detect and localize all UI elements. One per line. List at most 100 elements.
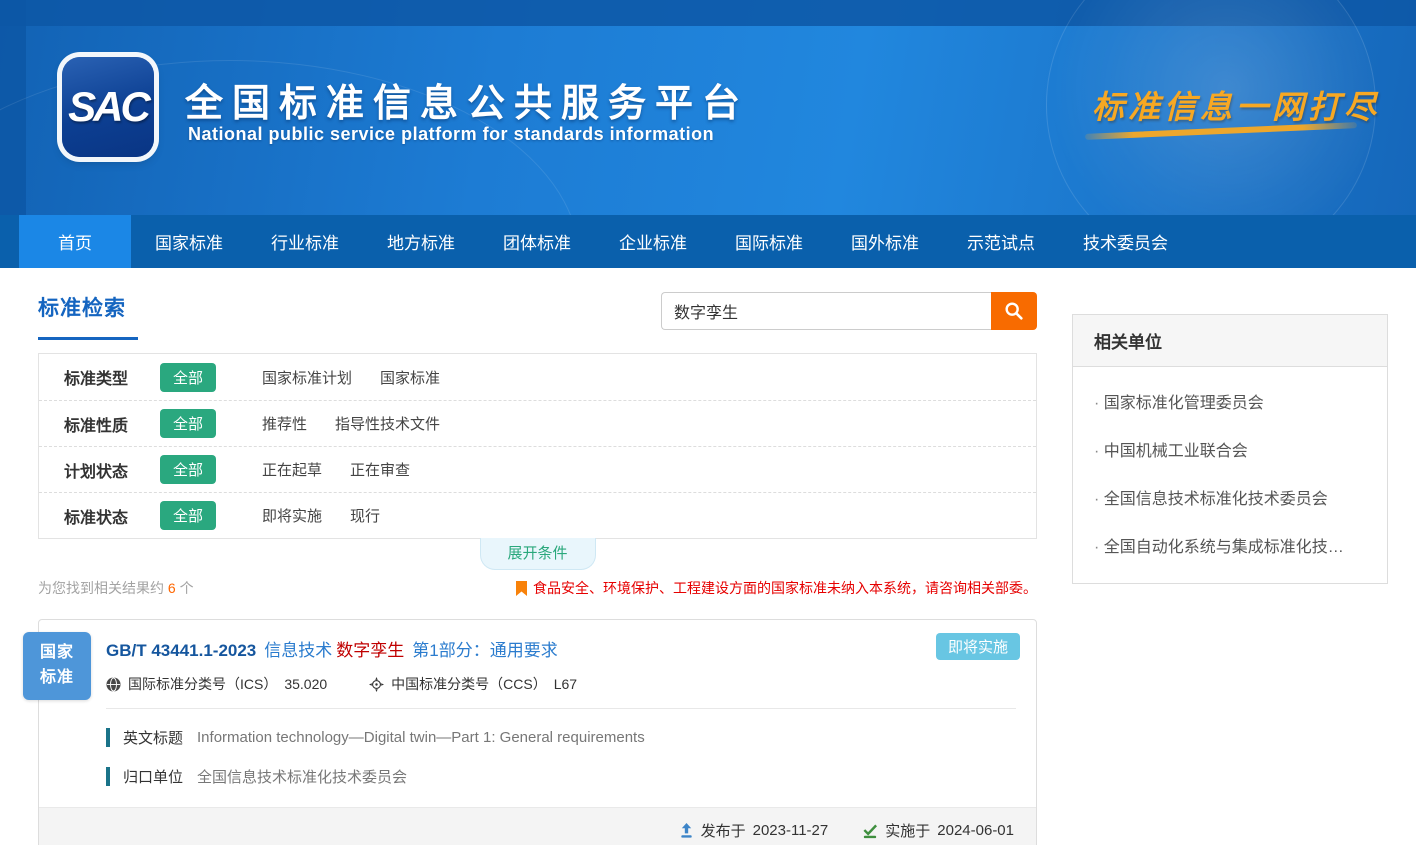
standard-type-badge: 国家 标准 bbox=[23, 632, 91, 700]
detail-label: 归口单位 bbox=[123, 766, 183, 787]
type-badge-line2: 标准 bbox=[40, 666, 74, 691]
sidebar-item-automation[interactable]: 全国自动化系统与集成标准化技… bbox=[1094, 521, 1366, 569]
filter-selected-badge[interactable]: 全部 bbox=[160, 363, 216, 392]
teal-bar bbox=[106, 728, 110, 747]
search-group bbox=[661, 292, 1037, 330]
nav-item-foreign-standards[interactable]: 国外标准 bbox=[827, 215, 943, 268]
sidebar-item-sac[interactable]: 国家标准化管理委员会 bbox=[1094, 377, 1366, 425]
compass-icon bbox=[369, 677, 384, 692]
expand-conditions-button[interactable]: 展开条件 bbox=[480, 538, 596, 570]
detail-value: Information technology—Digital twin—Part… bbox=[197, 729, 645, 746]
sidebar-item-cmif[interactable]: 中国机械工业联合会 bbox=[1094, 425, 1366, 473]
implement-date-item: 实施于 2024-06-01 bbox=[862, 820, 1014, 841]
detail-value: 全国信息技术标准化技术委员会 bbox=[197, 766, 407, 787]
filter-option[interactable]: 现行 bbox=[350, 505, 380, 526]
filter-label: 标准性质 bbox=[64, 412, 160, 436]
ics-label: 国际标准分类号（ICS） bbox=[128, 674, 277, 694]
section-title-wrap: 标准检索 bbox=[38, 292, 138, 340]
nav-item-technical-committee[interactable]: 技术委员会 bbox=[1059, 215, 1192, 268]
main-nav: 首页 国家标准 行业标准 地方标准 团体标准 企业标准 国际标准 国外标准 示范… bbox=[0, 215, 1416, 268]
nav-item-pilot[interactable]: 示范试点 bbox=[943, 215, 1059, 268]
site-slogan: 标准信息一网打尽 bbox=[1092, 82, 1380, 128]
nav-item-national-standards[interactable]: 国家标准 bbox=[131, 215, 247, 268]
implement-label: 实施于 bbox=[885, 820, 930, 841]
related-units-title: 相关单位 bbox=[1073, 315, 1387, 367]
ics-meta: 国际标准分类号（ICS） 35.020 bbox=[106, 674, 327, 694]
sac-logo[interactable]: SAC bbox=[62, 57, 154, 157]
filter-box: 标准类型 全部 国家标准计划 国家标准 标准性质 全部 推荐性 指导性技术文件 … bbox=[38, 353, 1037, 539]
publish-date: 2023-11-27 bbox=[753, 822, 829, 839]
main-column: 标准检索 标准类型 全部 国家标准计 bbox=[38, 292, 1037, 845]
card-meta-row: 国际标准分类号（ICS） 35.020 中国标准分类号（CCS） L6 bbox=[106, 674, 1016, 694]
filter-label: 标准类型 bbox=[64, 365, 160, 389]
notice-text: 食品安全、环境保护、工程建设方面的国家标准未纳入本系统，请咨询相关部委。 bbox=[533, 578, 1037, 598]
ccs-label: 中国标准分类号（CCS） bbox=[391, 674, 547, 694]
card-footer: 发布于 2023-11-27 实施于 2024-06-01 bbox=[39, 807, 1036, 845]
implement-date: 2024-06-01 bbox=[937, 822, 1014, 839]
result-count-number: 6 bbox=[168, 580, 176, 596]
ccs-meta: 中国标准分类号（CCS） L67 bbox=[369, 674, 577, 694]
standard-title-segment[interactable]: 第1部分：通用要求 bbox=[412, 641, 557, 660]
filter-label: 标准状态 bbox=[64, 504, 160, 528]
detail-label: 英文标题 bbox=[123, 727, 183, 748]
filter-label: 计划状态 bbox=[64, 458, 160, 482]
publish-label: 发布于 bbox=[701, 820, 746, 841]
results-meta: 为您找到相关结果约 6 个 食品安全、环境保护、工程建设方面的国家标准未纳入本系… bbox=[38, 578, 1037, 598]
standard-title-highlight[interactable]: 数字孪生 bbox=[336, 641, 404, 660]
standard-code[interactable]: GB/T 43441.1-2023 bbox=[106, 641, 256, 660]
nav-item-local-standards[interactable]: 地方标准 bbox=[363, 215, 479, 268]
filter-option[interactable]: 国家标准计划 bbox=[262, 367, 352, 388]
filter-selected-badge[interactable]: 全部 bbox=[160, 455, 216, 484]
detail-row-english-title: 英文标题 Information technology—Digital twin… bbox=[106, 727, 1016, 748]
result-count-suffix: 个 bbox=[176, 580, 194, 596]
system-notice: 食品安全、环境保护、工程建设方面的国家标准未纳入本系统，请咨询相关部委。 bbox=[516, 578, 1037, 598]
filter-option[interactable]: 正在审查 bbox=[350, 459, 410, 480]
filter-row-standard-status: 标准状态 全部 即将实施 现行 bbox=[39, 492, 1036, 538]
publish-date-item: 发布于 2023-11-27 bbox=[679, 820, 829, 841]
result-count: 为您找到相关结果约 6 个 bbox=[38, 578, 194, 598]
standard-result-card: 国家 标准 即将实施 GB/T 43441.1-2023 信息技术数字孪生第1部分… bbox=[38, 619, 1037, 845]
site-header: SAC 全国标准信息公共服务平台 National public service… bbox=[0, 0, 1416, 215]
nav-item-enterprise-standards[interactable]: 企业标准 bbox=[595, 215, 711, 268]
content-area: 标准检索 标准类型 全部 国家标准计 bbox=[0, 292, 1416, 845]
site-title: 全国标准信息公共服务平台 bbox=[185, 72, 749, 127]
type-badge-line1: 国家 bbox=[40, 641, 74, 666]
search-section: 标准检索 bbox=[38, 292, 1037, 340]
page-title-underline bbox=[38, 337, 138, 340]
result-count-prefix: 为您找到相关结果约 bbox=[38, 580, 168, 596]
filter-selected-badge[interactable]: 全部 bbox=[160, 501, 216, 530]
bookmark-icon bbox=[516, 581, 527, 596]
globe-icon bbox=[106, 677, 121, 692]
status-badge: 即将实施 bbox=[936, 633, 1020, 660]
ics-value: 35.020 bbox=[284, 676, 327, 692]
sac-logo-text: SAC bbox=[68, 83, 148, 131]
card-divider bbox=[106, 708, 1016, 709]
filter-option[interactable]: 国家标准 bbox=[380, 367, 440, 388]
filter-option[interactable]: 推荐性 bbox=[262, 413, 307, 434]
ccs-value: L67 bbox=[554, 676, 577, 692]
site-subtitle: National public service platform for sta… bbox=[188, 124, 714, 145]
upload-icon bbox=[679, 823, 694, 839]
nav-item-home[interactable]: 首页 bbox=[19, 215, 131, 268]
search-icon bbox=[1003, 300, 1025, 322]
filter-row-plan-status: 计划状态 全部 正在起草 正在审查 bbox=[39, 446, 1036, 492]
teal-bar bbox=[106, 767, 110, 786]
filter-selected-badge[interactable]: 全部 bbox=[160, 409, 216, 438]
search-button[interactable] bbox=[991, 292, 1037, 330]
nav-item-international-standards[interactable]: 国际标准 bbox=[711, 215, 827, 268]
filter-option[interactable]: 即将实施 bbox=[262, 505, 322, 526]
standard-title-link[interactable]: GB/T 43441.1-2023 信息技术数字孪生第1部分：通用要求 bbox=[106, 636, 1016, 661]
standard-title-segment[interactable]: 信息技术 bbox=[264, 641, 332, 660]
search-input[interactable] bbox=[661, 292, 991, 330]
filter-option[interactable]: 正在起草 bbox=[262, 459, 322, 480]
page-title: 标准检索 bbox=[38, 292, 138, 322]
related-units-panel: 相关单位 国家标准化管理委员会 中国机械工业联合会 全国信息技术标准化技术委员会… bbox=[1072, 314, 1388, 584]
sidebar-item-nits[interactable]: 全国信息技术标准化技术委员会 bbox=[1094, 473, 1366, 521]
nav-item-group-standards[interactable]: 团体标准 bbox=[479, 215, 595, 268]
filter-option[interactable]: 指导性技术文件 bbox=[335, 413, 440, 434]
check-icon bbox=[862, 823, 878, 839]
detail-row-committee: 归口单位 全国信息技术标准化技术委员会 bbox=[106, 766, 1016, 787]
filter-row-standard-nature: 标准性质 全部 推荐性 指导性技术文件 bbox=[39, 400, 1036, 446]
nav-item-industry-standards[interactable]: 行业标准 bbox=[247, 215, 363, 268]
related-units-list: 国家标准化管理委员会 中国机械工业联合会 全国信息技术标准化技术委员会 全国自动… bbox=[1073, 367, 1387, 583]
